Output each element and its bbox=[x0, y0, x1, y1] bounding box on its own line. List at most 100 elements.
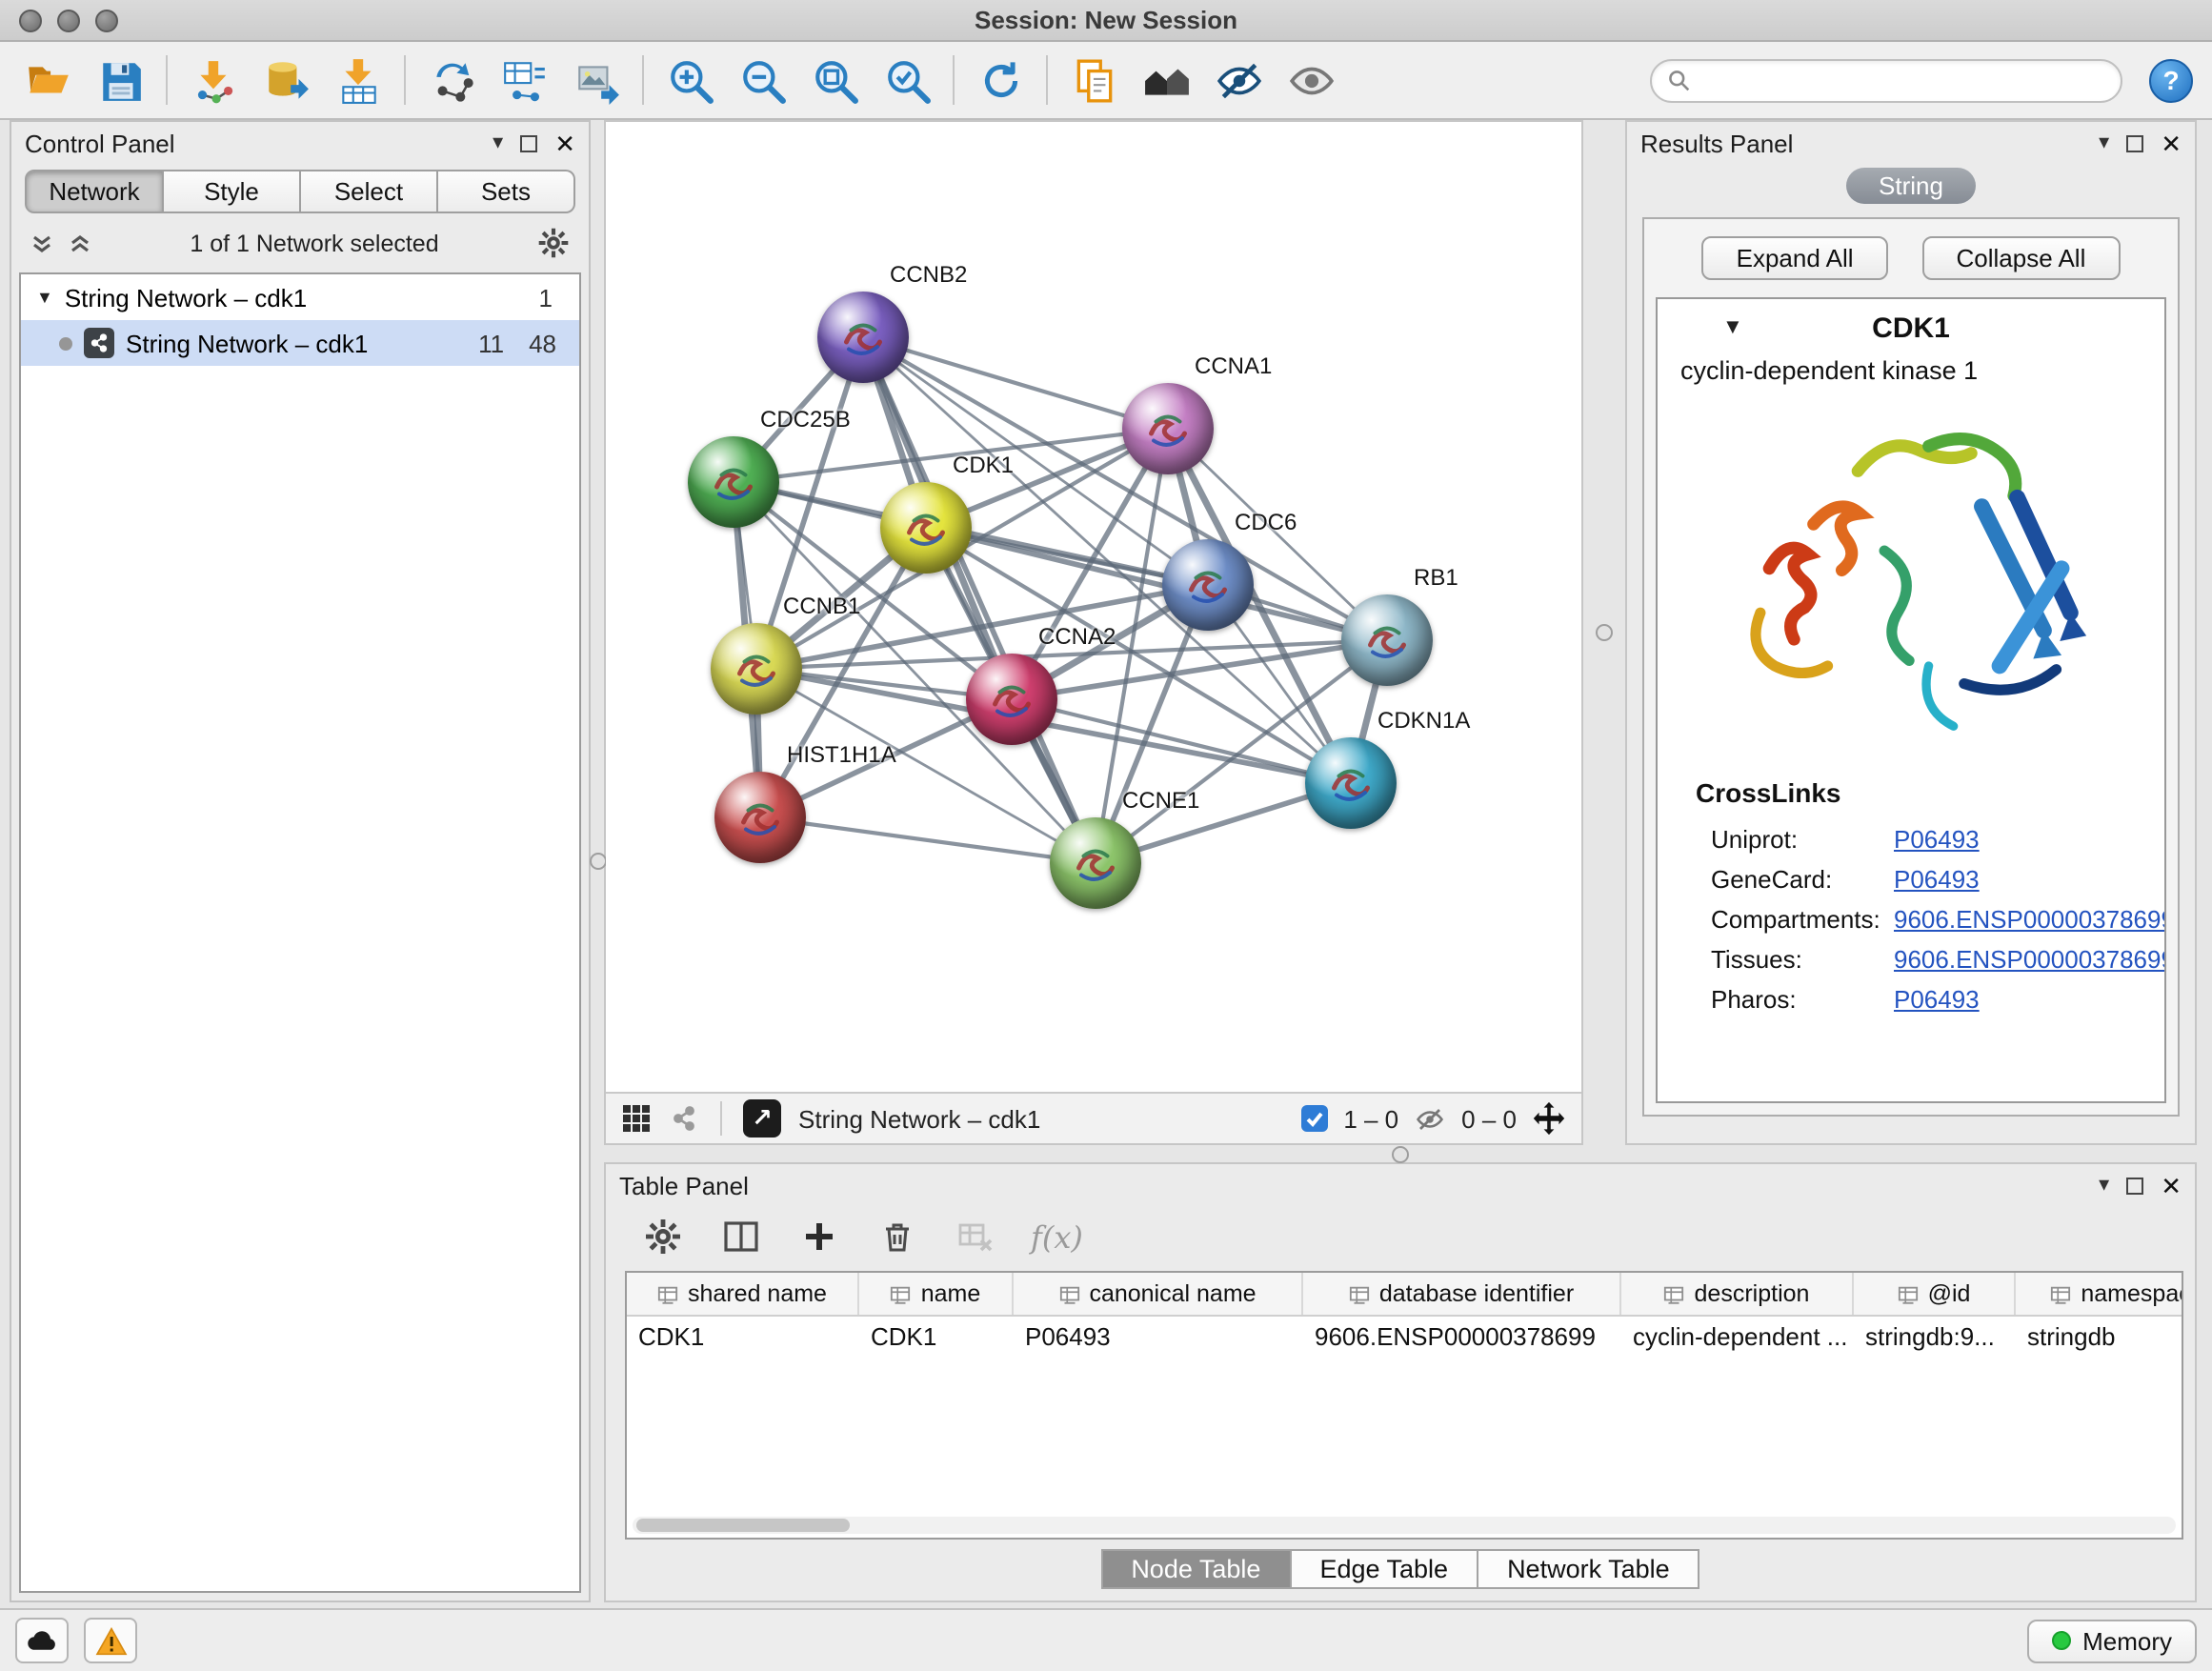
show-eye-button[interactable] bbox=[1282, 51, 1339, 109]
collapse-all-button[interactable]: Collapse All bbox=[1922, 236, 2121, 280]
network-node-cdc6[interactable] bbox=[1162, 539, 1254, 631]
crosslink-value-link[interactable]: 9606.ENSP00000378699 bbox=[1894, 905, 2166, 934]
string-tab-badge[interactable]: String bbox=[1846, 168, 1976, 204]
panel-menu-icon[interactable]: ▾ bbox=[2099, 132, 2109, 153]
column-header-shared-name[interactable]: shared name bbox=[627, 1273, 859, 1315]
crosslink-value-link[interactable]: P06493 bbox=[1894, 825, 1980, 854]
table-cell[interactable]: CDK1 bbox=[627, 1317, 859, 1359]
tab-node-table[interactable]: Node Table bbox=[1100, 1549, 1291, 1589]
table-panel-divider[interactable] bbox=[604, 1145, 2197, 1162]
table-cell[interactable]: stringdb:9... bbox=[1854, 1317, 2016, 1359]
column-header-canonical-name[interactable]: canonical name bbox=[1014, 1273, 1303, 1315]
network-edge[interactable] bbox=[760, 817, 1096, 863]
search-input[interactable] bbox=[1699, 67, 2105, 93]
detach-view-icon[interactable] bbox=[669, 1103, 699, 1134]
crosslink-value-link[interactable]: 9606.ENSP00000378699 bbox=[1894, 945, 2166, 974]
cloud-status-button[interactable] bbox=[15, 1618, 69, 1663]
tab-edge-table[interactable]: Edge Table bbox=[1291, 1549, 1478, 1589]
float-panel-icon[interactable] bbox=[520, 134, 537, 151]
tab-sets[interactable]: Sets bbox=[438, 170, 575, 213]
crosslink-value-link[interactable]: P06493 bbox=[1894, 865, 1980, 894]
divider-handle[interactable] bbox=[1392, 1145, 1409, 1162]
scrollbar-thumb[interactable] bbox=[636, 1519, 850, 1532]
network-node-rb1[interactable] bbox=[1341, 594, 1433, 686]
network-node-ccne1[interactable] bbox=[1050, 817, 1141, 909]
table-cell[interactable]: CDK1 bbox=[859, 1317, 1014, 1359]
save-button[interactable] bbox=[91, 51, 149, 109]
open-folder-button[interactable] bbox=[19, 51, 76, 109]
close-panel-icon[interactable]: ✕ bbox=[2161, 1173, 2182, 1198]
close-window-button[interactable] bbox=[19, 9, 42, 31]
tab-select[interactable]: Select bbox=[301, 170, 438, 213]
maximize-window-button[interactable] bbox=[95, 9, 118, 31]
pan-crosshair-icon[interactable] bbox=[1532, 1101, 1566, 1136]
network-canvas[interactable]: CCNB2CCNA1CDC25BCDK1CDC6RB1CCNB1CCNA2CDK… bbox=[606, 122, 1581, 1092]
hide-eye-button[interactable] bbox=[1210, 51, 1267, 109]
table-cell[interactable]: P06493 bbox=[1014, 1317, 1303, 1359]
network-node-cdkn1a[interactable] bbox=[1305, 737, 1397, 829]
import-network-button[interactable] bbox=[185, 51, 242, 109]
tab-style[interactable]: Style bbox=[164, 170, 301, 213]
network-collection-row[interactable]: ▼ String Network – cdk1 1 bbox=[21, 274, 579, 320]
horizontal-scrollbar[interactable] bbox=[633, 1517, 2176, 1534]
network-node-ccnb2[interactable] bbox=[817, 292, 909, 383]
section-collapse-icon[interactable]: ▼ bbox=[1722, 316, 1743, 339]
protein-section-header[interactable]: ▼ CDK1 bbox=[1658, 299, 2164, 356]
column-header-namespace[interactable]: namespace bbox=[2016, 1273, 2183, 1315]
minimize-window-button[interactable] bbox=[57, 9, 80, 31]
control-panel-divider[interactable] bbox=[591, 120, 604, 1602]
column-header--id[interactable]: @id bbox=[1854, 1273, 2016, 1315]
tab-network[interactable]: Network bbox=[25, 170, 164, 213]
network-table-button[interactable] bbox=[495, 51, 553, 109]
help-button[interactable]: ? bbox=[2149, 58, 2193, 102]
network-node-ccnb1[interactable] bbox=[711, 623, 802, 715]
delete-column-icon[interactable] bbox=[875, 1214, 920, 1259]
table-cell[interactable]: stringdb bbox=[2016, 1317, 2183, 1359]
panel-menu-icon[interactable]: ▾ bbox=[493, 132, 503, 153]
network-node-ccna1[interactable] bbox=[1122, 383, 1214, 474]
zoom-in-button[interactable] bbox=[661, 51, 718, 109]
selected-checkbox-icon[interactable] bbox=[1301, 1105, 1328, 1132]
add-column-icon[interactable] bbox=[796, 1214, 842, 1259]
collapse-all-networks-icon[interactable] bbox=[69, 232, 91, 254]
column-header-description[interactable]: description bbox=[1621, 1273, 1854, 1315]
column-header-name[interactable]: name bbox=[859, 1273, 1014, 1315]
refresh-button[interactable] bbox=[972, 51, 1029, 109]
export-image-button[interactable] bbox=[568, 51, 625, 109]
panel-menu-icon[interactable]: ▾ bbox=[2099, 1175, 2109, 1196]
expand-all-button[interactable]: Expand All bbox=[1702, 236, 1888, 280]
float-panel-icon[interactable] bbox=[2126, 1177, 2143, 1194]
divider-handle[interactable] bbox=[1596, 624, 1613, 641]
crosslink-value-link[interactable]: P06493 bbox=[1894, 985, 1980, 1014]
zoom-out-button[interactable] bbox=[734, 51, 791, 109]
network-row[interactable]: String Network – cdk1 11 48 bbox=[21, 320, 579, 366]
table-cell[interactable]: cyclin-dependent ... bbox=[1621, 1317, 1854, 1359]
network-node-cdk1[interactable] bbox=[880, 482, 972, 574]
close-panel-icon[interactable]: ✕ bbox=[554, 131, 575, 155]
warnings-button[interactable] bbox=[84, 1618, 137, 1663]
network-from-selection-button[interactable] bbox=[423, 51, 480, 109]
network-node-cdc25b[interactable] bbox=[688, 436, 779, 528]
memory-button[interactable]: Memory bbox=[2027, 1619, 2197, 1662]
table-cell[interactable]: 9606.ENSP00000378699 bbox=[1303, 1317, 1621, 1359]
expand-all-networks-icon[interactable] bbox=[30, 232, 53, 254]
table-options-gear-icon[interactable] bbox=[640, 1214, 686, 1259]
network-edge[interactable] bbox=[863, 337, 1096, 863]
hidden-eye-icon[interactable] bbox=[1414, 1104, 1446, 1133]
zoom-selected-button[interactable] bbox=[878, 51, 935, 109]
column-header-database-identifier[interactable]: database identifier bbox=[1303, 1273, 1621, 1315]
documents-button[interactable] bbox=[1065, 51, 1122, 109]
divider-handle[interactable] bbox=[589, 853, 606, 870]
network-node-ccna2[interactable] bbox=[966, 654, 1057, 745]
collection-expand-icon[interactable]: ▼ bbox=[36, 288, 53, 307]
grid-view-icon[interactable] bbox=[621, 1103, 652, 1134]
network-node-hist1h1a[interactable] bbox=[714, 772, 806, 863]
zoom-fit-button[interactable] bbox=[806, 51, 863, 109]
search-box[interactable] bbox=[1650, 58, 2122, 102]
import-database-button[interactable] bbox=[257, 51, 314, 109]
open-in-window-button[interactable]: ↗ bbox=[743, 1099, 781, 1137]
show-columns-icon[interactable] bbox=[718, 1214, 764, 1259]
home-network-button[interactable] bbox=[1137, 51, 1195, 109]
import-table-button[interactable] bbox=[330, 51, 387, 109]
table-row[interactable]: CDK1CDK1P064939606.ENSP00000378699cyclin… bbox=[627, 1317, 2182, 1359]
